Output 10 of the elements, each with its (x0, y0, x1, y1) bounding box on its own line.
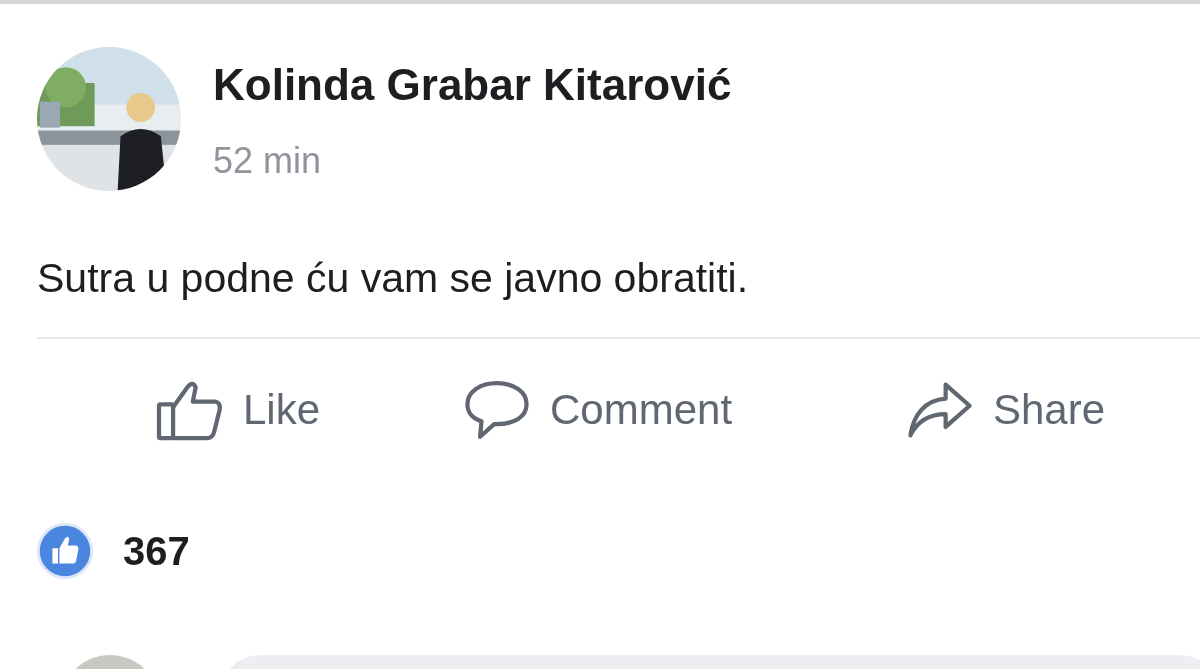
post-time[interactable]: 52 min (213, 141, 732, 181)
speech-bubble-icon (462, 379, 532, 441)
author-name[interactable]: Kolinda Grabar Kitarović (213, 59, 732, 111)
like-reaction-icon (37, 523, 93, 579)
post-text: Sutra u podne ću vam se javno obratiti. (36, 254, 750, 303)
thumbs-up-icon (155, 379, 225, 441)
comment-button[interactable]: Comment (462, 379, 905, 441)
like-button[interactable]: Like (155, 379, 462, 441)
like-count[interactable]: 367 (123, 528, 190, 574)
share-button[interactable]: Share (905, 379, 1106, 441)
